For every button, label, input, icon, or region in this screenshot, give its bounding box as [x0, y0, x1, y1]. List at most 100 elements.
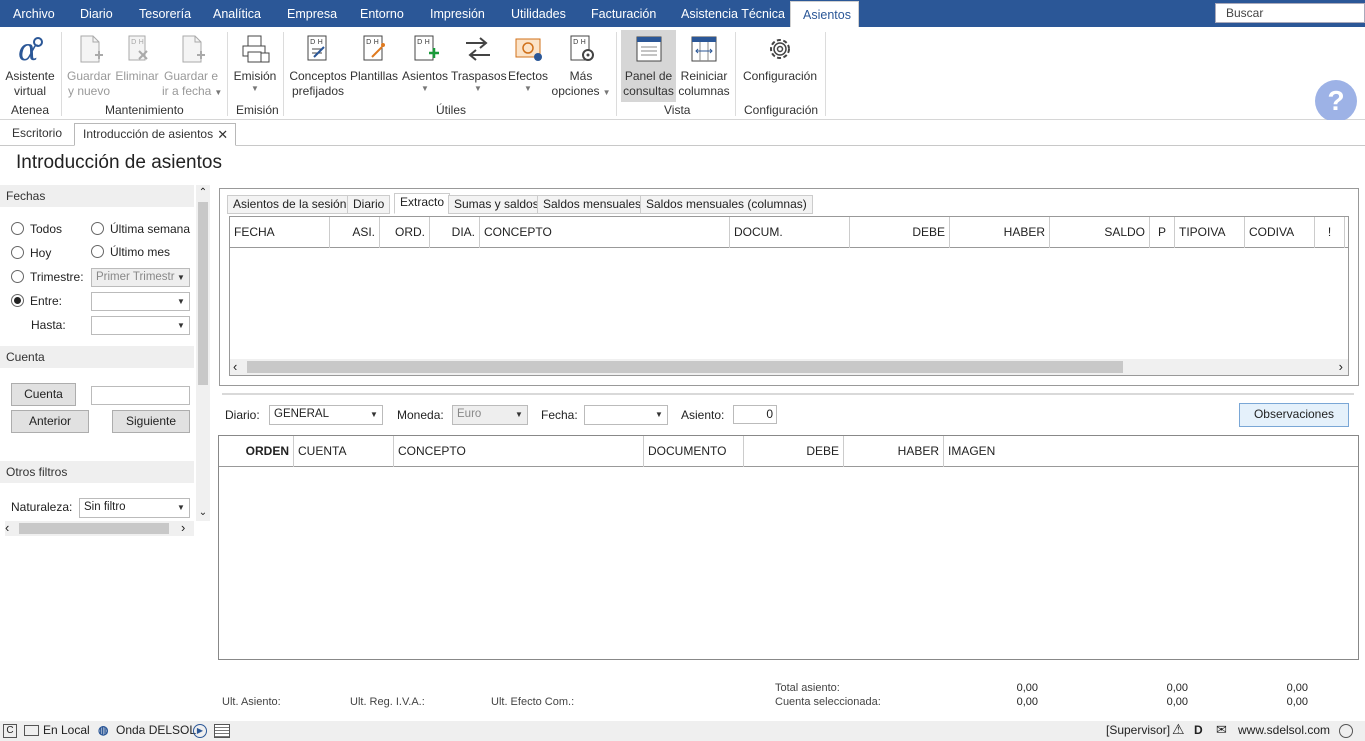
website-link[interactable]: www.sdelsol.com: [1238, 723, 1330, 737]
menu-tab-asistencia-tecnica[interactable]: Asistencia Técnica: [669, 0, 797, 27]
delete-document-icon: D H: [128, 35, 148, 61]
menu-tab-empresa[interactable]: Empresa: [275, 0, 349, 27]
fecha-field[interactable]: ▼: [584, 405, 668, 425]
col-tipoiva[interactable]: TIPOIVA: [1175, 217, 1245, 248]
close-icon[interactable]: ✕: [217, 124, 228, 145]
d-icon[interactable]: D: [1194, 723, 1203, 737]
col-haber[interactable]: HABER: [950, 217, 1050, 248]
tab-saldos-mensuales[interactable]: Saldos mensuales: [537, 195, 648, 214]
svg-text:α: α: [18, 33, 38, 65]
tab-saldos-mensuales-columnas[interactable]: Saldos mensuales (columnas): [640, 195, 813, 214]
radio-ultima-semana[interactable]: Última semana: [91, 222, 190, 236]
chevron-left-icon[interactable]: ‹: [233, 359, 237, 374]
col-concepto[interactable]: CONCEPTO: [394, 436, 644, 467]
mail-icon[interactable]: ✉: [1216, 722, 1227, 738]
col-asi[interactable]: ASI.: [330, 217, 380, 248]
menu-tab-utilidades[interactable]: Utilidades: [499, 0, 578, 27]
group-label-utiles: Útiles: [436, 103, 467, 117]
emision-button[interactable]: Emisión ▼: [233, 30, 277, 94]
chevron-left-icon[interactable]: ‹: [5, 521, 19, 536]
mas-opciones-button[interactable]: D H Más opciones ▼: [551, 30, 611, 99]
extract-grid-horizontal-scrollbar[interactable]: ‹ ›: [230, 359, 1348, 375]
col-docum[interactable]: DOCUM.: [730, 217, 850, 248]
col-imagen[interactable]: IMAGEN: [944, 436, 1044, 467]
menu-tab-impresion[interactable]: Impresión: [418, 0, 497, 27]
tab-escritorio[interactable]: Escritorio: [4, 123, 70, 146]
radio-hoy[interactable]: Hoy: [11, 246, 51, 260]
menu-tab-archivo[interactable]: Archivo: [1, 0, 67, 27]
calculator-icon[interactable]: [214, 724, 230, 738]
diario-select[interactable]: GENERAL ▼: [269, 405, 383, 425]
radio-entre[interactable]: Entre:: [11, 294, 62, 308]
trimestre-select[interactable]: Primer Trimestr ▼: [91, 268, 190, 287]
hasta-date-field[interactable]: ▼: [91, 316, 190, 335]
efectos-button[interactable]: Efectos ▼: [507, 30, 549, 94]
tab-sumas-saldos[interactable]: Sumas y saldos: [448, 195, 545, 214]
cuenta-button[interactable]: Cuenta: [11, 383, 76, 406]
configuracion-button[interactable]: Configuración: [741, 30, 819, 84]
col-dia[interactable]: DIA.: [430, 217, 480, 248]
col-debe[interactable]: DEBE: [850, 217, 950, 248]
radio-ultimo-mes[interactable]: Último mes: [91, 245, 170, 259]
tab-introduccion-asientos[interactable]: Introducción de asientos ✕: [74, 123, 237, 146]
anterior-button[interactable]: Anterior: [11, 410, 89, 433]
menu-tab-tesoreria[interactable]: Tesorería: [127, 0, 203, 27]
tab-diario[interactable]: Diario: [347, 195, 391, 214]
chevron-down-icon[interactable]: ⌄: [196, 505, 210, 521]
menu-tab-analitica[interactable]: Analítica: [201, 0, 273, 27]
conceptos-prefijados-button[interactable]: D H Conceptos prefijados: [288, 30, 348, 99]
menu-tab-entorno[interactable]: Entorno: [348, 0, 416, 27]
eliminar-button[interactable]: D H Eliminar: [114, 30, 160, 84]
filter-panel-vertical-scrollbar[interactable]: ⌃ ⌄: [196, 185, 210, 521]
play-icon[interactable]: ▶: [193, 724, 207, 738]
col-concepto[interactable]: CONCEPTO: [480, 217, 730, 248]
cuenta-input[interactable]: [91, 386, 190, 405]
filter-panel-horizontal-scrollbar[interactable]: ‹ ›: [5, 521, 194, 536]
panel-consultas-button[interactable]: Panel de consultas: [621, 30, 676, 102]
col-codiva[interactable]: CODIVA: [1245, 217, 1315, 248]
scroll-thumb[interactable]: [198, 202, 208, 385]
entre-date-field[interactable]: ▼: [91, 292, 190, 311]
tab-extracto[interactable]: Extracto: [394, 193, 451, 214]
guardar-nuevo-button[interactable]: Guardar y nuevo: [66, 30, 112, 99]
col-documento[interactable]: DOCUMENTO: [644, 436, 744, 467]
col-haber[interactable]: HABER: [844, 436, 944, 467]
cuenta-seleccionada-label: Cuenta seleccionada:: [775, 696, 881, 708]
guardar-ir-fecha-button[interactable]: Guardar e ir a fecha ▼: [162, 30, 222, 99]
traspasos-button[interactable]: Traspasos ▼: [451, 30, 507, 94]
help-icon[interactable]: ?: [1315, 80, 1357, 122]
group-separator: [227, 32, 228, 116]
menu-tab-diario[interactable]: Diario: [68, 0, 125, 27]
siguiente-button[interactable]: Siguiente: [112, 410, 190, 433]
naturaleza-select[interactable]: Sin filtro ▼: [79, 498, 190, 518]
radio-trimestre[interactable]: Trimestre:: [11, 270, 84, 284]
col-orden[interactable]: ORDEN: [219, 436, 294, 467]
globe-icon[interactable]: [1339, 724, 1353, 738]
plantillas-button[interactable]: D H Plantillas: [350, 30, 398, 84]
asientos-button[interactable]: D H Asientos ▼: [402, 30, 448, 94]
atenea-alpha-icon: α: [18, 33, 43, 65]
observaciones-button[interactable]: Observaciones: [1239, 403, 1349, 427]
col-ord[interactable]: ORD.: [380, 217, 430, 248]
chevron-right-icon[interactable]: ›: [181, 521, 191, 536]
menu-tab-facturacion[interactable]: Facturación: [579, 0, 668, 27]
asistente-virtual-button[interactable]: α Asistente virtual: [4, 30, 56, 99]
chevron-right-icon[interactable]: ›: [1339, 359, 1343, 374]
scroll-thumb[interactable]: [19, 523, 169, 534]
col-fecha[interactable]: FECHA: [230, 217, 330, 248]
col-alert[interactable]: !: [1315, 217, 1345, 248]
tab-asientos-sesion[interactable]: Asientos de la sesión: [227, 195, 353, 214]
moneda-select[interactable]: Euro ▼: [452, 405, 528, 425]
scroll-thumb[interactable]: [247, 361, 1123, 373]
reiniciar-columnas-button[interactable]: Reiniciar columnas: [678, 30, 730, 99]
chevron-up-icon[interactable]: ⌃: [196, 185, 210, 201]
menu-tab-asientos[interactable]: Asientos: [790, 1, 859, 27]
col-debe[interactable]: DEBE: [744, 436, 844, 467]
col-cuenta[interactable]: CUENTA: [294, 436, 394, 467]
search-input[interactable]: Buscar: [1215, 3, 1365, 23]
col-saldo[interactable]: SALDO: [1050, 217, 1150, 248]
col-p[interactable]: P: [1150, 217, 1175, 248]
radio-todos[interactable]: Todos: [11, 222, 62, 236]
asiento-input[interactable]: 0: [733, 405, 777, 424]
warning-icon[interactable]: ⚠: [1172, 721, 1185, 738]
